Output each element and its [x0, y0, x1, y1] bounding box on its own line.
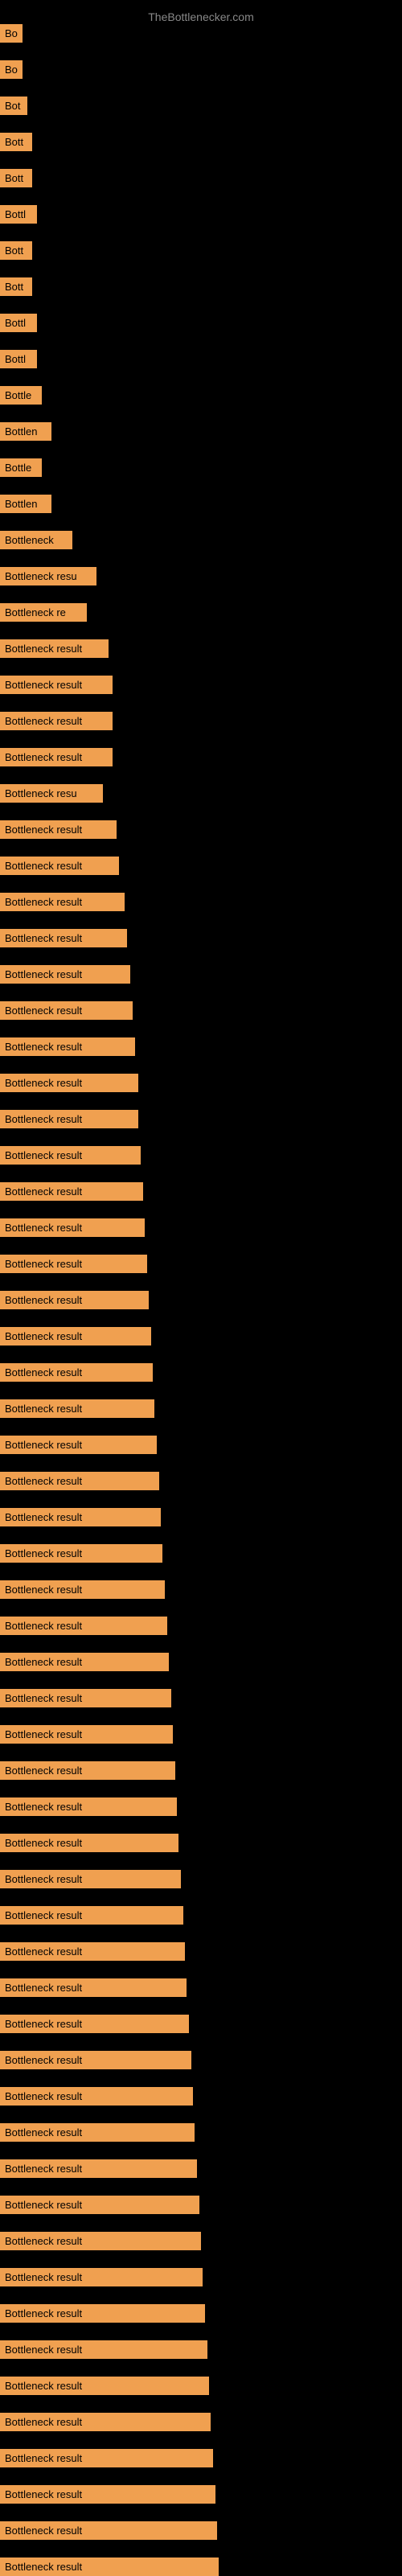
list-item: Bottleneck result — [0, 1291, 149, 1309]
list-item: Bottleneck result — [0, 748, 113, 766]
list-item: Bottl — [0, 314, 37, 332]
list-item: Bottleneck result — [0, 1001, 133, 1020]
list-item: Bottleneck result — [0, 639, 109, 658]
list-item: Bottleneck result — [0, 2087, 193, 2106]
list-item: Bottleneck result — [0, 965, 130, 984]
list-item: Bottleneck result — [0, 2413, 211, 2431]
list-item: Bottleneck result — [0, 2304, 205, 2323]
list-item: Bottleneck result — [0, 1436, 157, 1454]
list-item: Bottleneck result — [0, 1725, 173, 1744]
list-item: Bottleneck result — [0, 2268, 203, 2286]
list-item: Bottleneck re — [0, 603, 87, 622]
list-item: Bottlen — [0, 495, 51, 513]
list-item: Bo — [0, 24, 23, 43]
list-item: Bottleneck result — [0, 1255, 147, 1273]
list-item: Bottleneck result — [0, 1508, 161, 1526]
list-item: Bottleneck result — [0, 1978, 187, 1997]
list-item: Bottleneck result — [0, 820, 117, 839]
list-item: Bottlen — [0, 422, 51, 441]
list-item: Bottleneck result — [0, 2232, 201, 2250]
list-item: Bottleneck result — [0, 2485, 215, 2504]
list-item: Bottleneck result — [0, 1653, 169, 1671]
list-item: Bottleneck result — [0, 1689, 171, 1707]
list-item: Bottleneck result — [0, 1146, 141, 1165]
list-item: Bottleneck result — [0, 1472, 159, 1490]
list-item: Bott — [0, 277, 32, 296]
list-item: Bottleneck resu — [0, 784, 103, 803]
list-item: Bottleneck result — [0, 1327, 151, 1346]
list-item: Bottleneck result — [0, 1363, 153, 1382]
site-title: TheBottlenecker.com — [0, 4, 402, 30]
list-item: Bo — [0, 60, 23, 79]
list-item: Bottleneck result — [0, 2340, 207, 2359]
list-item: Bottleneck result — [0, 1074, 138, 1092]
list-item: Bottleneck result — [0, 1797, 177, 1816]
list-item: Bottleneck result — [0, 1037, 135, 1056]
list-item: Bottleneck result — [0, 1617, 167, 1635]
list-item: Bottleneck result — [0, 2196, 199, 2214]
list-item: Bottleneck result — [0, 2377, 209, 2395]
list-item: Bottleneck resu — [0, 567, 96, 585]
list-item: Bott — [0, 241, 32, 260]
list-item: Bottleneck result — [0, 2123, 195, 2142]
list-item: Bottle — [0, 458, 42, 477]
list-item: Bottleneck result — [0, 929, 127, 947]
list-item: Bottleneck result — [0, 2159, 197, 2178]
list-item: Bottleneck result — [0, 2015, 189, 2033]
list-item: Bottleneck — [0, 531, 72, 549]
list-item: Bot — [0, 97, 27, 115]
list-item: Bottle — [0, 386, 42, 405]
list-item: Bottleneck result — [0, 1761, 175, 1780]
list-item: Bottleneck result — [0, 2521, 217, 2540]
list-item: Bottleneck result — [0, 1110, 138, 1128]
list-item: Bott — [0, 169, 32, 187]
list-item: Bottleneck result — [0, 712, 113, 730]
list-item: Bott — [0, 133, 32, 151]
list-item: Bottleneck result — [0, 1218, 145, 1237]
list-item: Bottleneck result — [0, 1580, 165, 1599]
list-item: Bottleneck result — [0, 2449, 213, 2467]
list-item: Bottleneck result — [0, 1399, 154, 1418]
list-item: Bottleneck result — [0, 1544, 162, 1563]
list-item: Bottl — [0, 205, 37, 224]
list-item: Bottleneck result — [0, 1942, 185, 1961]
list-item: Bottleneck result — [0, 1870, 181, 1888]
list-item: Bottleneck result — [0, 893, 125, 911]
list-item: Bottleneck result — [0, 1834, 178, 1852]
list-item: Bottleneck result — [0, 676, 113, 694]
list-item: Bottl — [0, 350, 37, 368]
list-item: Bottleneck result — [0, 1182, 143, 1201]
list-item: Bottleneck result — [0, 1906, 183, 1925]
list-item: Bottleneck result — [0, 857, 119, 875]
list-item: Bottleneck result — [0, 2051, 191, 2069]
